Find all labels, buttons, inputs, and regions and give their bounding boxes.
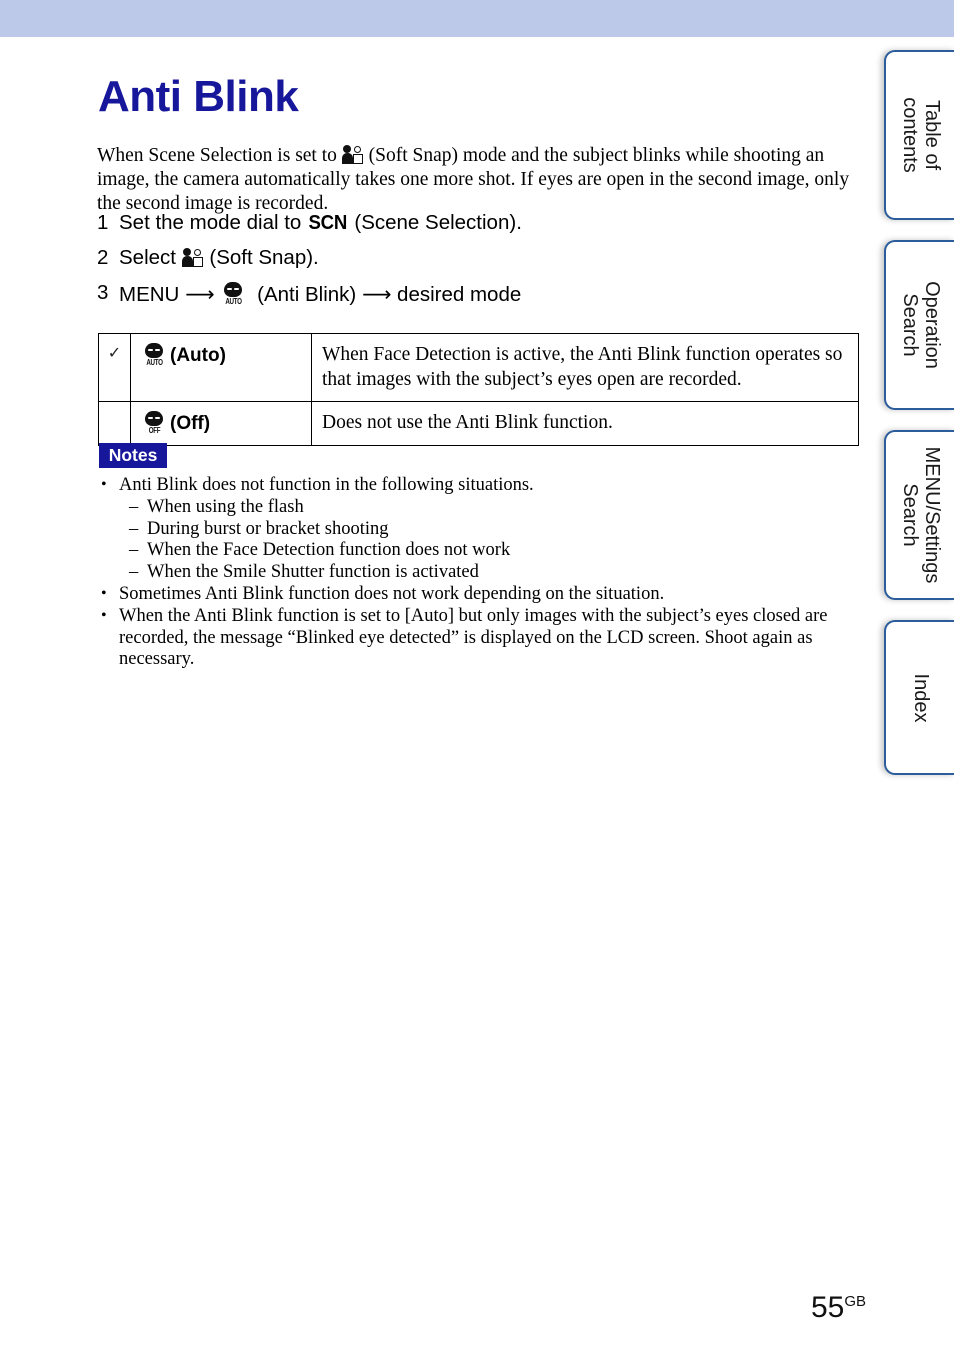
tab-menu-line1: MENU/Settings [921,446,943,584]
step-3: 3 MENU ⟶ AUTO (Anti Blink) ⟶ desired mode [97,282,857,306]
note-item: • Anti Blink does not function in the fol… [97,475,867,584]
note-subitem-text: When the Face Detection function does no… [147,540,511,561]
step-1-number: 1 [97,211,109,234]
row-label-text: (Off) [170,413,211,434]
step-1-text-b: (Scene Selection). [348,211,522,234]
anti-blink-auto-icon: AUTO [222,282,245,306]
table-row: ✓ AUTO (Auto) When Face Detection is acti… [98,333,859,402]
row-description-text: When Face Detection is active, the Anti … [322,344,843,390]
step-1-text-a: Set the mode dial to [119,211,308,234]
sidebar-item-index[interactable]: Index [884,620,954,775]
note-subitem: – When using the flash [119,497,867,519]
step-1: 1 Set the mode dial to SCN (Scene Selecti… [97,211,857,235]
selected-check-icon [99,402,130,411]
row-label-cell: OFF (Off) [130,401,312,446]
tab-toc-line2: contents [899,97,921,173]
bullet-icon: • [101,476,107,493]
row-check-cell [98,401,131,446]
notes-badge: Notes [99,443,167,468]
step-3-text-c: desired mode [391,283,522,306]
note-subitem-text: When the Smile Shutter function is activ… [147,562,479,583]
right-arrow-icon: ⟶ [185,282,215,306]
soft-snap-icon [181,248,204,267]
page-number-value: 55 [810,1291,845,1324]
note-subitems: – When using the flash – During burst or b… [119,497,867,584]
note-subitem: – When the Smile Shutter function is acti… [119,562,867,584]
note-text: Sometimes Anti Blink function does not w… [119,583,665,604]
page-title: Anti Blink [98,72,299,122]
anti-blink-auto-icon-label: AUTO [225,297,243,306]
row-description-cell: When Face Detection is active, the Anti … [311,333,859,402]
note-item: • Sometimes Anti Blink function does not … [97,584,867,606]
sidebar-item-menu-settings-search[interactable]: MENU/Settings Search [884,430,954,600]
step-3-text-a: MENU [119,283,186,306]
side-tab-rail: Table of contents Operation Search MENU/… [884,0,954,1369]
note-text: When the Anti Blink function is set to [… [119,605,828,670]
row-description-text: Does not use the Anti Blink function. [322,412,613,433]
tab-operation-line1: Operation [921,281,943,369]
notes-list: • Anti Blink does not function in the fol… [97,475,867,671]
note-text: Anti Blink does not function in the foll… [119,475,534,495]
dash-icon: – [129,562,139,583]
bullet-icon: • [101,584,107,602]
row-label-text: (Auto) [170,345,226,366]
anti-blink-auto-icon-label: AUTO [146,358,163,367]
intro-text-before: When Scene Selection is set to [97,144,342,166]
step-2-number: 2 [97,246,109,269]
step-3-number: 3 [97,281,109,304]
bullet-icon: • [101,606,107,624]
document-page: Anti Blink When Scene Selection is set t… [0,0,884,1369]
tab-toc-line1: Table of [921,99,943,171]
dash-icon: – [129,496,139,517]
note-subitem: – When the Face Detection function does n… [119,540,867,562]
step-2-text-b: (Soft Snap). [203,246,319,269]
note-item: • When the Anti Blink function is set to … [97,606,867,671]
selected-check-icon: ✓ [107,343,122,362]
tab-operation-line2: Search [899,293,921,357]
row-check-cell: ✓ [98,333,131,402]
step-2-text-a: Select [119,246,182,269]
note-subitem-text: When using the flash [147,496,304,517]
scn-mode-icon: SCN [308,212,348,234]
dash-icon: – [129,518,139,539]
row-label-cell: AUTO (Auto) [130,333,312,402]
intro-paragraph: When Scene Selection is set to (Soft Sna… [97,144,853,216]
table-row: OFF (Off) Does not use the Anti Blink fun… [98,401,859,446]
anti-blink-off-icon: OFF [143,411,166,435]
sidebar-item-operation-search[interactable]: Operation Search [884,240,954,410]
steps-list: 1 Set the mode dial to SCN (Scene Selecti… [97,212,857,319]
sidebar-item-table-of-contents[interactable]: Table of contents [884,50,954,220]
soft-snap-icon [341,144,364,164]
right-arrow-icon: ⟶ [361,282,392,306]
note-subitem: – During burst or bracket shooting [119,519,867,541]
tab-menu-line2: Search [899,483,921,547]
page-number: 55GB [811,1286,866,1324]
dash-icon: – [129,540,139,561]
step-3-text-b: (Anti Blink) [251,283,362,306]
anti-blink-auto-icon: AUTO [143,343,166,367]
row-description-cell: Does not use the Anti Blink function. [311,401,859,446]
page-number-suffix: GB [844,1293,866,1310]
anti-blink-mode-table: ✓ AUTO (Auto) When Face Detection is acti… [98,333,859,446]
note-subitem-text: During burst or bracket shooting [147,518,389,539]
step-2: 2 Select (Soft Snap). [97,247,857,269]
tab-index-line1: Index [910,673,932,722]
anti-blink-off-icon-label: OFF [148,426,161,435]
